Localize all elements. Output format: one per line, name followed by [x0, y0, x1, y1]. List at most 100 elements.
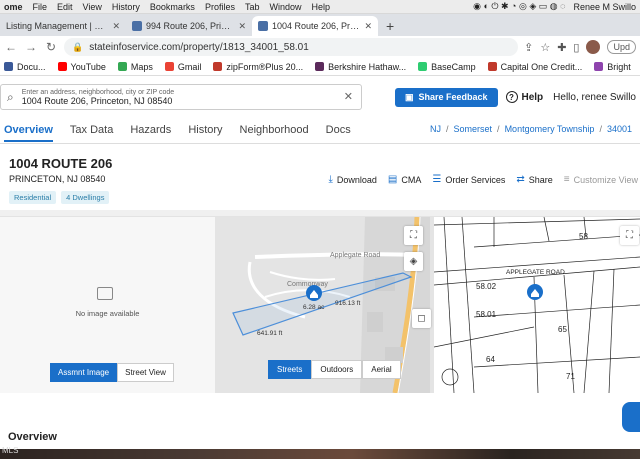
aerial-toggle[interactable]: Aerial [362, 360, 401, 379]
bookmark-item[interactable]: YouTube [57, 62, 106, 72]
menu-file[interactable]: File [33, 2, 48, 12]
address-search-input[interactable]: ⌕ Enter an address, neighborhood, city o… [0, 84, 362, 110]
bookmark-icon [418, 62, 428, 71]
help-button[interactable]: ? Help [505, 91, 543, 103]
back-icon[interactable]: ← [4, 40, 18, 54]
bookmark-icon [487, 62, 497, 71]
browser-tab-active[interactable]: 1004 Route 206, Princeton, N ✕ [252, 16, 378, 36]
tab-history[interactable]: History [188, 124, 222, 136]
fullscreen-icon[interactable]: ⛶ [620, 226, 639, 245]
breadcrumb-code[interactable]: 34001 [607, 124, 632, 134]
download-button[interactable]: ⤓ Download [328, 174, 376, 185]
menu-bookmarks[interactable]: Bookmarks [150, 2, 195, 12]
breadcrumb: NJ / Somerset / Montgomery Township/ 34001 [430, 124, 632, 134]
share-button[interactable]: ⇄ Share [516, 174, 552, 185]
close-icon[interactable]: ✕ [364, 21, 372, 32]
bookmark-item[interactable]: Gmail [164, 62, 201, 72]
browser-tab[interactable]: Listing Management | Bright M ✕ [0, 16, 126, 36]
tab-neighborhood[interactable]: Neighborhood [240, 124, 309, 136]
page-tabs: Overview Tax Data Hazards History Neighb… [0, 116, 640, 144]
tax-plat-map[interactable]: APPLEGATE ROAD 58 58.02 58.01 65 64 71 ⛶ [434, 217, 640, 393]
status-icons[interactable]: ◉ ◐ ⏻ ✱ ◔ ◎ ◈ ▭ ◍ ◌ [473, 1, 565, 12]
locate-icon[interactable]: ◻ [412, 309, 431, 328]
menubar-user[interactable]: Renee M Swillo [573, 2, 636, 12]
bookmark-item[interactable]: Berkshire Hathaw... [315, 62, 406, 72]
property-title: 1004 ROUTE 206 [9, 156, 113, 171]
map-area-label: Commonway [287, 281, 328, 288]
tab-tax-data[interactable]: Tax Data [70, 124, 113, 136]
streets-toggle[interactable]: Streets [268, 360, 312, 379]
breadcrumb-township[interactable]: Montgomery Township [505, 124, 595, 134]
bookmark-item[interactable]: Docu... [4, 62, 46, 72]
breadcrumb-county[interactable]: Somerset [454, 124, 493, 134]
url-bar[interactable]: 🔒 stateinfoservice.com/property/1813_340… [64, 38, 519, 56]
cma-button[interactable]: ▤ CMA [388, 174, 421, 185]
lock-icon[interactable]: 🔒 [72, 42, 83, 53]
bookmark-item[interactable]: BaseCamp [418, 62, 476, 72]
search-icon: ⌕ [7, 89, 14, 104]
new-tab-icon[interactable]: + [378, 18, 402, 36]
layers-icon[interactable]: ◈ [404, 252, 423, 271]
tab-title: 1004 Route 206, Princeton, N [272, 21, 361, 31]
user-greeting[interactable]: Hello, renee Swillo [553, 92, 636, 103]
bookmark-item[interactable]: Capital One Credit... [487, 62, 582, 72]
fullscreen-icon[interactable]: ⛶ [404, 226, 423, 245]
tab-hazards[interactable]: Hazards [130, 124, 171, 136]
bookmark-icon [315, 62, 325, 71]
sliders-icon: ≡ [563, 174, 570, 185]
close-icon[interactable]: ✕ [112, 21, 120, 32]
bookmark-icon [594, 62, 604, 71]
parcel-map[interactable]: Applegate Road Commonway 6.28 ac 916.13 … [215, 217, 434, 393]
clear-icon[interactable]: ✕ [344, 90, 353, 103]
menu-profiles[interactable]: Profiles [205, 2, 235, 12]
profile-avatar[interactable] [586, 40, 601, 54]
plat-lot-label: 71 [566, 372, 575, 381]
bookmark-label: Bright [607, 61, 631, 72]
list-icon: ☰ [432, 174, 442, 185]
chat-widget-button[interactable] [622, 402, 640, 432]
url-text: stateinfoservice.com/property/1813_34001… [89, 41, 309, 53]
menu-view[interactable]: View [83, 2, 102, 12]
no-image-label: No image available [75, 309, 140, 318]
share-feedback-button[interactable]: ▣ Share Feedback [394, 87, 498, 107]
assessment-image-toggle[interactable]: Assmnt Image [50, 363, 118, 382]
outdoors-toggle[interactable]: Outdoors [311, 360, 363, 379]
order-services-button[interactable]: ☰ Order Services [432, 174, 505, 185]
menu-help[interactable]: Help [311, 2, 330, 12]
menu-history[interactable]: History [112, 2, 140, 12]
street-view-toggle[interactable]: Street View [117, 363, 174, 382]
menu-edit[interactable]: Edit [57, 2, 73, 12]
menu-tab[interactable]: Tab [245, 2, 260, 12]
bookmark-icon [4, 62, 13, 71]
tab-title: Listing Management | Bright M [6, 21, 108, 31]
update-button[interactable]: Upd [607, 40, 636, 54]
bookmark-item[interactable]: zipForm®Plus 20... [213, 62, 303, 72]
dock-strip [0, 449, 640, 459]
customize-view-label: Customize View [573, 174, 638, 185]
share-page-icon[interactable]: ⇪ [524, 41, 533, 54]
bookmark-icon [164, 62, 174, 71]
reload-icon[interactable]: ↻ [44, 40, 58, 54]
tab-docs[interactable]: Docs [326, 124, 351, 136]
bookmark-item[interactable]: Bright [594, 62, 631, 72]
property-actions: ⤓ Download ▤ CMA ☰ Order Services ⇄ Share ≡ C… [328, 174, 638, 185]
breadcrumb-state[interactable]: NJ [430, 124, 441, 134]
bookmark-icon [57, 62, 67, 71]
tab-overview[interactable]: Overview [4, 124, 53, 142]
bookmark-star-icon[interactable]: ☆ [540, 41, 550, 54]
sidebar-icon[interactable]: ▯ [573, 41, 579, 54]
bookmark-label: Docu... [17, 61, 46, 72]
mac-menubar: ome File Edit View History Bookmarks Pro… [0, 0, 640, 14]
share-feedback-label: Share Feedback [418, 92, 488, 102]
bookmark-label: Maps [130, 61, 153, 72]
browser-tab[interactable]: 994 Route 206, Princeton, N ✕ [126, 16, 252, 36]
menu-app[interactable]: ome [4, 2, 23, 12]
menu-window[interactable]: Window [269, 2, 301, 12]
close-icon[interactable]: ✕ [238, 21, 246, 32]
customize-view-button[interactable]: ≡ Customize View [564, 174, 638, 185]
extensions-icon[interactable]: ✚ [557, 41, 566, 54]
chip-property-type: Residential [9, 191, 57, 204]
map-road-label: Applegate Road [330, 252, 380, 259]
bookmark-item[interactable]: Maps [117, 61, 153, 72]
forward-icon[interactable]: → [24, 40, 38, 54]
